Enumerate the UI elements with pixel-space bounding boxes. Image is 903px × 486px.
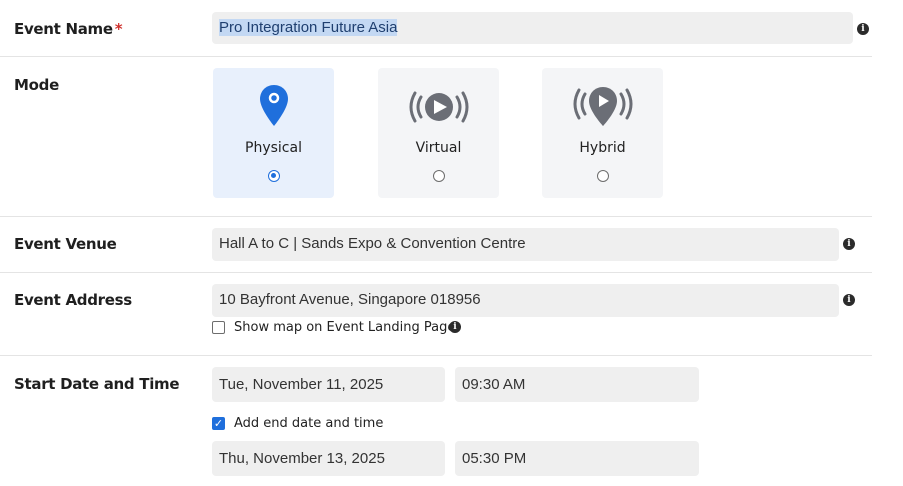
- broadcast-pin-icon: [573, 87, 632, 126]
- event-name-value: Pro Integration Future Asia: [219, 19, 398, 36]
- broadcast-play-icon: [409, 91, 468, 123]
- physical-radio[interactable]: [267, 170, 280, 182]
- end-date-input[interactable]: Thu, November 13, 2025: [212, 441, 445, 476]
- event-name-info-icon[interactable]: i: [857, 23, 869, 35]
- mode-option-virtual[interactable]: Virtual: [378, 68, 499, 198]
- mode-label: Mode: [14, 76, 59, 94]
- event-name-label-text: Event Name: [14, 20, 113, 38]
- event-venue-info-icon[interactable]: i: [843, 238, 855, 250]
- mode-option-physical[interactable]: Physical: [213, 68, 334, 198]
- add-end-date-label: Add end date and time: [234, 416, 384, 431]
- mode-option-label: Virtual: [415, 140, 462, 156]
- event-name-input[interactable]: Pro Integration Future Asia: [212, 12, 853, 44]
- virtual-radio[interactable]: [432, 170, 445, 182]
- end-time-input[interactable]: 05:30 PM: [455, 441, 699, 476]
- divider: [0, 355, 872, 356]
- start-time-input[interactable]: 09:30 AM: [455, 367, 699, 402]
- mode-option-label: Physical: [245, 140, 302, 156]
- show-map-info-icon[interactable]: i: [449, 321, 461, 333]
- mode-option-hybrid[interactable]: Hybrid: [542, 68, 663, 198]
- show-map-label: Show map on Event Landing Page: [234, 320, 456, 335]
- divider: [0, 272, 872, 273]
- add-end-date-checkbox[interactable]: ✓: [212, 417, 225, 430]
- event-address-info-icon[interactable]: i: [843, 294, 855, 306]
- required-asterisk: *: [114, 20, 123, 38]
- show-map-checkbox[interactable]: [212, 321, 225, 334]
- event-venue-label: Event Venue: [14, 235, 117, 253]
- event-name-label: Event Name *: [14, 20, 123, 38]
- event-venue-input[interactable]: Hall A to C | Sands Expo & Convention Ce…: [212, 228, 839, 261]
- event-address-input[interactable]: 10 Bayfront Avenue, Singapore 018956: [212, 284, 839, 317]
- map-pin-icon: [259, 85, 288, 126]
- start-date-input[interactable]: Tue, November 11, 2025: [212, 367, 445, 402]
- divider: [0, 216, 872, 217]
- divider: [0, 56, 872, 57]
- start-datetime-label: Start Date and Time: [14, 375, 180, 393]
- mode-option-label: Hybrid: [579, 140, 626, 156]
- event-address-label: Event Address: [14, 291, 132, 309]
- hybrid-radio[interactable]: [596, 170, 609, 182]
